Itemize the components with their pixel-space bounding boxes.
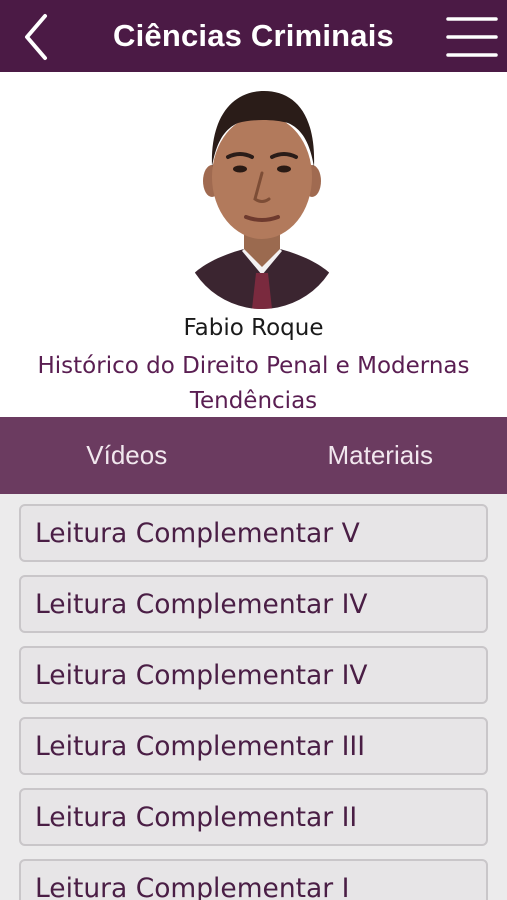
app-header: Ciências Criminais — [0, 0, 507, 72]
lecture-title: Histórico do Direito Penal e Modernas Te… — [37, 353, 470, 414]
menu-button[interactable] — [443, 10, 501, 64]
list-item[interactable]: Leitura Complementar V — [19, 504, 488, 562]
chevron-left-icon — [25, 14, 47, 60]
tab-materials[interactable]: Materiais — [254, 417, 507, 494]
page-title: Ciências Criminais — [113, 18, 394, 53]
avatar — [182, 77, 342, 309]
back-button[interactable] — [14, 10, 58, 64]
list-item[interactable]: Leitura Complementar I — [19, 859, 488, 900]
instructor-name: Fabio Roque — [183, 315, 324, 341]
hamburger-menu-icon — [446, 17, 498, 57]
instructor-profile: Fabio Roque Histórico do Direito Penal e… — [0, 72, 507, 417]
materials-list: Leitura Complementar V Leitura Complemen… — [0, 494, 507, 900]
list-item[interactable]: Leitura Complementar III — [19, 717, 488, 775]
tab-videos[interactable]: Vídeos — [0, 417, 254, 494]
list-item[interactable]: Leitura Complementar IV — [19, 646, 488, 704]
list-item[interactable]: Leitura Complementar IV — [19, 575, 488, 633]
tab-bar: Vídeos Materiais — [0, 417, 507, 494]
list-item[interactable]: Leitura Complementar II — [19, 788, 488, 846]
